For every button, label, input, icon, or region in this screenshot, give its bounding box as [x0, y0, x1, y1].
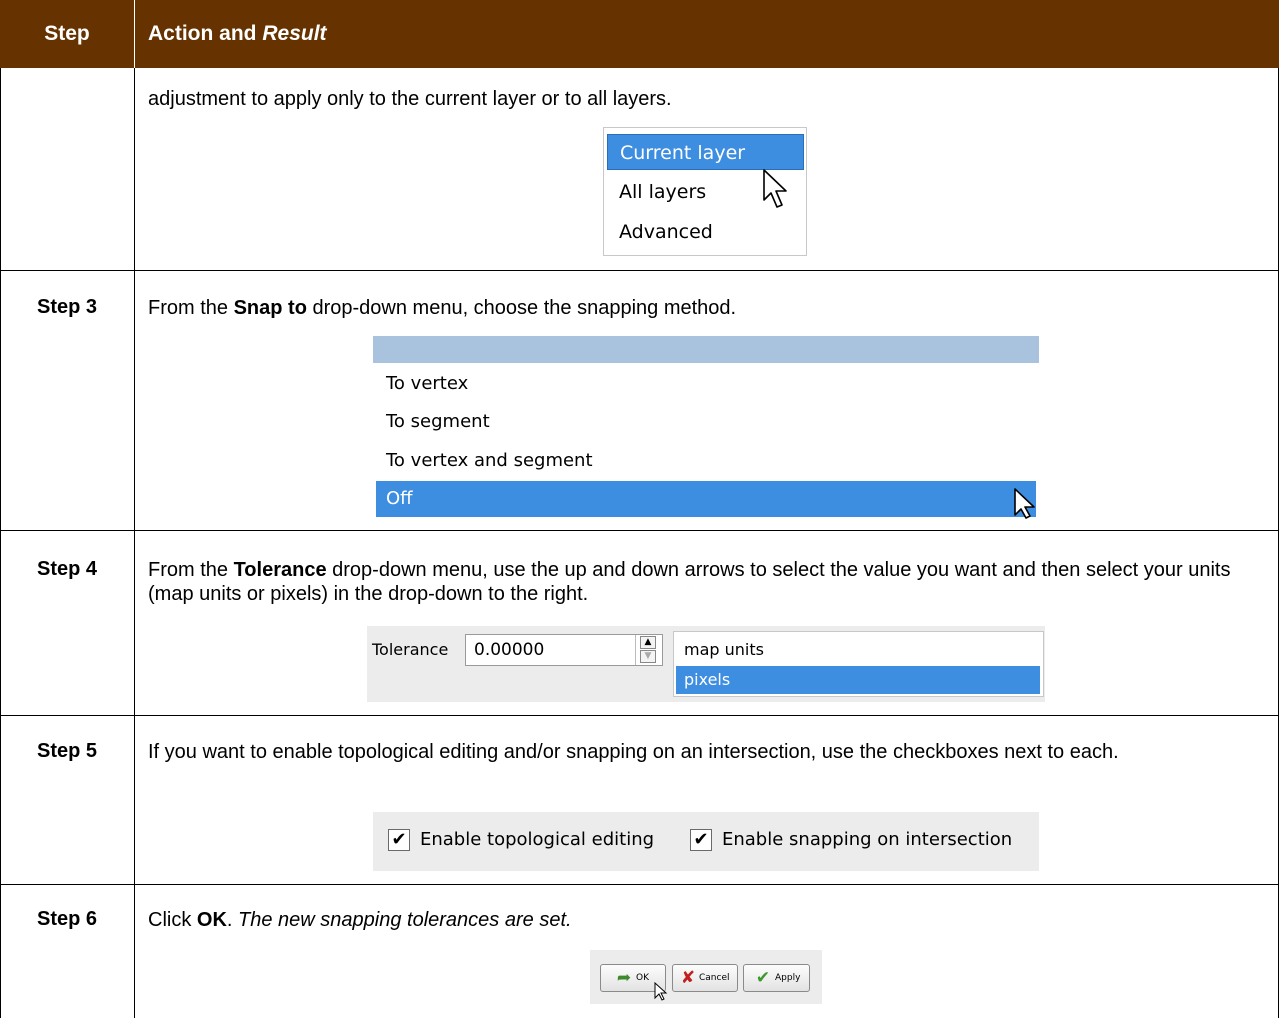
row-divider — [0, 715, 1279, 716]
step-6-bold: OK — [196, 909, 227, 931]
snapping-intersection-label: Enable snapping on intersection — [722, 829, 1013, 850]
header-divider — [134, 0, 135, 68]
steps-table: Step Action and Result adjustment to app… — [0, 0, 1279, 1018]
step-5-label: Step 5 — [36, 740, 98, 762]
step-3-pre: From the — [148, 297, 234, 319]
option-current-layer[interactable]: Current layer — [607, 134, 804, 170]
cancel-x-icon: ✘ — [680, 968, 696, 988]
option-to-vertex-and-segment[interactable]: To vertex and segment — [376, 443, 1036, 479]
mouse-cursor-icon — [763, 169, 787, 208]
arrow-down-icon[interactable]: ▼ — [640, 650, 656, 663]
checkbox-panel: ✔ Enable topological editing ✔ Enable sn… — [373, 812, 1039, 871]
option-off[interactable]: Off — [376, 481, 1036, 517]
apply-check-icon: ✔ — [755, 968, 771, 988]
dialog-buttons: ➦ OK ✘ Cancel ✔ Apply — [590, 950, 822, 1004]
arrow-up-icon[interactable]: ▲ — [640, 636, 656, 649]
option-pixels[interactable]: pixels — [676, 666, 1040, 694]
snap-to-dropdown[interactable]: To vertex To segment To vertex and segme… — [373, 336, 1039, 518]
header-action: Action and Result — [148, 0, 327, 68]
tolerance-panel: Tolerance 0.00000 ▲ ▼ map units pixels — [367, 626, 1045, 702]
apply-button[interactable]: ✔ Apply — [743, 964, 810, 992]
step-5-text: If you want to enable topological editin… — [148, 741, 1119, 763]
column-divider — [134, 68, 135, 1018]
cancel-button[interactable]: ✘ Cancel — [672, 964, 738, 992]
header-result-label: Result — [262, 22, 327, 45]
step-3-label: Step 3 — [36, 296, 98, 318]
tolerance-stepper[interactable]: ▲ ▼ — [635, 635, 660, 665]
option-map-units[interactable]: map units — [676, 636, 1040, 664]
row-continuation-text: adjustment to apply only to the current … — [148, 88, 672, 110]
tolerance-label: Tolerance — [372, 640, 449, 659]
left-border — [0, 68, 1, 1018]
row-divider — [0, 530, 1279, 531]
step-3-post: drop-down menu, choose the snapping meth… — [306, 297, 737, 319]
step-6-text: Click OK. The new snapping tolerances ar… — [148, 908, 1258, 932]
topological-editing-checkbox[interactable]: ✔ — [388, 829, 410, 851]
option-to-vertex[interactable]: To vertex — [376, 366, 1036, 402]
step-3-text: From the Snap to drop-down menu, choose … — [148, 296, 1258, 320]
row-divider — [0, 270, 1279, 271]
header-action-label: Action and — [148, 22, 263, 45]
ok-arrow-icon: ➦ — [616, 968, 632, 988]
step-3-bold: Snap to — [233, 297, 307, 319]
row-divider — [0, 884, 1279, 885]
option-to-segment[interactable]: To segment — [376, 404, 1036, 440]
table-header: Step Action and Result — [0, 0, 1279, 68]
option-advanced[interactable]: Advanced — [607, 214, 804, 250]
tolerance-spinbox[interactable]: 0.00000 — [465, 634, 663, 666]
mouse-cursor-icon — [654, 982, 668, 1001]
step-4-label: Step 4 — [36, 558, 98, 580]
mouse-cursor-icon — [1014, 488, 1035, 519]
units-dropdown-list[interactable]: map units pixels — [673, 631, 1044, 697]
step-6-italic: The new snapping tolerances are set. — [238, 909, 572, 931]
step-6-pre: Click — [148, 909, 197, 931]
step-6-label: Step 6 — [36, 908, 98, 930]
step-4-bold: Tolerance — [233, 559, 327, 581]
topological-editing-label: Enable topological editing — [420, 829, 655, 850]
step-6-mid: . — [226, 909, 239, 931]
step-4-pre: From the — [148, 559, 234, 581]
ok-label: OK — [636, 973, 649, 983]
apply-label: Apply — [775, 973, 801, 983]
header-step: Step — [44, 22, 90, 45]
cancel-label: Cancel — [699, 973, 730, 983]
snapping-intersection-checkbox[interactable]: ✔ — [690, 829, 712, 851]
step-4-text: From the Tolerance drop-down menu, use t… — [148, 558, 1258, 606]
dropdown-title-bar — [373, 336, 1039, 363]
